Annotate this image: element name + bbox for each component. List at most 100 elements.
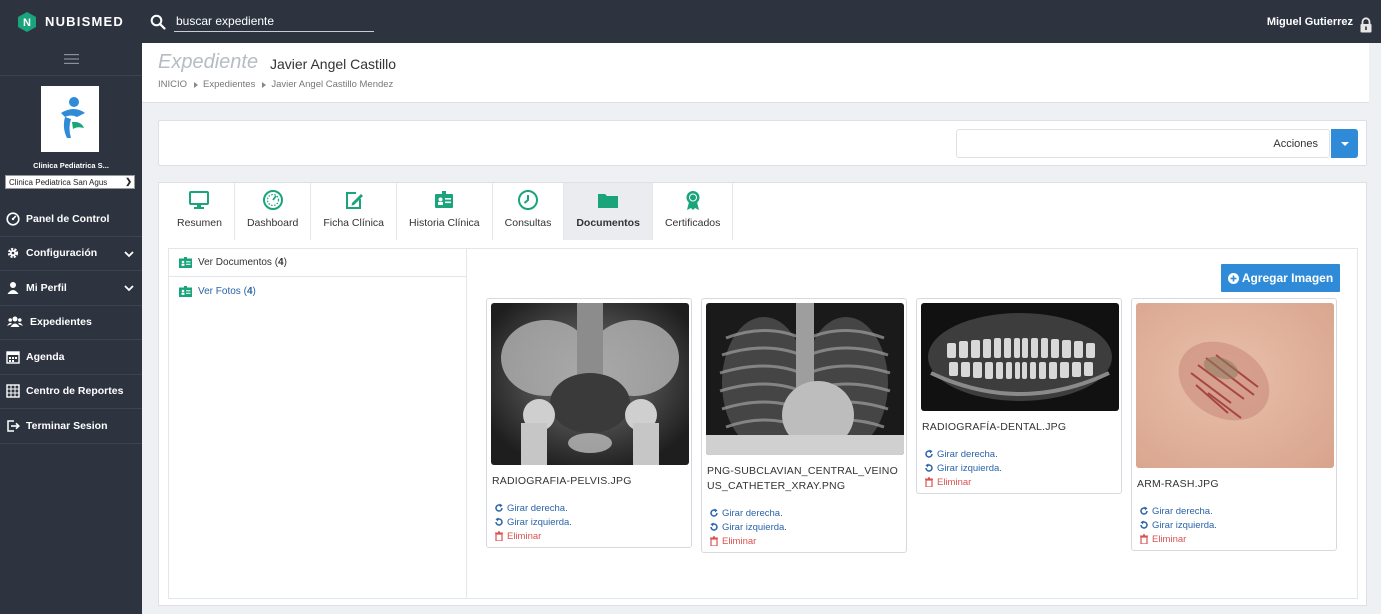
rotate-left-icon	[495, 517, 503, 526]
sidebar-item-label: Mi Perfil	[26, 281, 67, 294]
caret-down-icon	[1340, 141, 1349, 146]
delete-link[interactable]: Eliminar	[709, 534, 902, 548]
image-card: PNG-SUBCLAVIAN_CENTRAL_VEINOUS_CATHETER_…	[701, 298, 907, 553]
chest-xray-image[interactable]	[706, 303, 904, 455]
trash-icon	[1140, 534, 1148, 544]
tab-label: Dashboard	[246, 217, 299, 229]
id-card-icon	[179, 285, 192, 297]
rotate-left-icon	[710, 522, 718, 531]
top-navbar: N NUBISMED Miguel Gutierrez	[0, 0, 1381, 43]
breadcrumb-home[interactable]: INICIO	[158, 79, 187, 90]
ver-fotos-link[interactable]: Ver Fotos (4)	[169, 277, 466, 305]
sidebar-item-label: Panel de Control	[26, 212, 110, 225]
breadcrumb: INICIO Expedientes Javier Angel Castillo…	[158, 79, 393, 90]
sidebar-item-mi-perfil[interactable]: Mi Perfil	[0, 271, 142, 306]
clinic-select-value: Clinica Pediatrica San Agus	[9, 177, 108, 187]
user-name[interactable]: Miguel Gutierrez	[1267, 0, 1353, 43]
monitor-icon	[189, 191, 210, 209]
actions-select[interactable]: Acciones	[956, 129, 1330, 158]
sidebar-item-agenda[interactable]: Agenda	[0, 340, 142, 375]
id-card-icon	[435, 191, 454, 208]
trash-icon	[925, 477, 933, 487]
sign-out-icon	[7, 420, 20, 432]
calendar-icon	[6, 351, 20, 364]
tab-historia-clinica[interactable]: Historia Clínica	[397, 183, 493, 240]
agregar-imagen-label: Agregar Imagen	[1241, 271, 1334, 285]
rotate-right-link[interactable]: Girar derecha.	[1139, 504, 1332, 518]
rotate-right-icon	[1140, 506, 1148, 515]
agregar-imagen-button[interactable]: Agregar Imagen	[1221, 264, 1340, 292]
trash-icon	[710, 536, 718, 546]
sidebar-item-centro-de-reportes[interactable]: Centro de Reportes	[0, 375, 142, 409]
rotate-right-link[interactable]: Girar derecha.	[709, 506, 902, 520]
tab-label: Ficha Clínica	[323, 217, 385, 229]
image-card: RADIOGRAFÍA-DENTAL.JPG Girar derecha. Gi…	[916, 298, 1122, 494]
sidebar-item-panel-de-control[interactable]: Panel de Control	[0, 202, 142, 237]
rotate-right-link[interactable]: Girar derecha.	[924, 447, 1117, 461]
report-grid-icon	[6, 384, 20, 398]
image-filename: RADIOGRAFIA-PELVIS.JPG	[492, 475, 632, 487]
trash-icon	[495, 531, 503, 541]
image-card: RADIOGRAFIA-PELVIS.JPG Girar derecha. Gi…	[486, 298, 692, 548]
dental-xray-image[interactable]	[921, 303, 1119, 411]
ver-documentos-link[interactable]: Ver Documentos (4)	[169, 249, 466, 277]
delete-label: Eliminar	[1152, 533, 1187, 545]
image-filename: RADIOGRAFÍA-DENTAL.JPG	[922, 421, 1067, 433]
menu-toggle[interactable]	[0, 43, 142, 76]
rotate-left-link[interactable]: Girar izquierda.	[494, 515, 687, 529]
sidebar-item-label: Expedientes	[30, 316, 92, 329]
tab-consultas[interactable]: Consultas	[493, 183, 565, 240]
delete-link[interactable]: Eliminar	[494, 529, 687, 543]
lock-icon[interactable]	[1359, 17, 1373, 33]
plus-circle-icon	[1227, 272, 1239, 284]
main-panel: Resumen Dashboard Ficha Clínica Historia…	[158, 182, 1367, 606]
arm-rash-photo[interactable]	[1136, 303, 1334, 468]
image-actions: Girar derecha. Girar izquierda. Eliminar	[491, 501, 687, 543]
ver-documentos-label: Ver Documentos	[198, 257, 272, 268]
tab-documentos[interactable]: Documentos	[564, 183, 653, 240]
search-input[interactable]	[174, 11, 374, 32]
rotate-left-link[interactable]: Girar izquierda.	[1139, 518, 1332, 532]
clinic-name: Clinica Pediatrica S...	[33, 161, 109, 170]
rotate-left-link[interactable]: Girar izquierda.	[924, 461, 1117, 475]
delete-link[interactable]: Eliminar	[924, 475, 1117, 489]
breadcrumb-expedientes[interactable]: Expedientes	[203, 79, 255, 90]
pelvis-xray-image[interactable]	[491, 303, 689, 465]
rotate-left-label: Girar izquierda.	[937, 462, 1002, 474]
svg-text:N: N	[23, 17, 31, 29]
delete-label: Eliminar	[937, 476, 972, 488]
tab-dashboard[interactable]: Dashboard	[235, 183, 312, 240]
tab-certificados[interactable]: Certificados	[653, 183, 734, 240]
tab-resumen[interactable]: Resumen	[165, 183, 235, 240]
brand-name: NUBISMED	[45, 14, 124, 29]
tab-label: Resumen	[177, 217, 222, 229]
rotate-left-icon	[925, 463, 933, 472]
sidebar-item-terminar-sesion[interactable]: Terminar Sesion	[0, 409, 142, 444]
rotate-right-link[interactable]: Girar derecha.	[494, 501, 687, 515]
rotate-left-label: Girar izquierda.	[507, 516, 572, 528]
sidebar-item-configuracion[interactable]: Configuración	[0, 237, 142, 271]
rotate-right-icon	[925, 449, 933, 458]
users-group-icon	[7, 316, 23, 328]
sidebar-item-expedientes[interactable]: Expedientes	[0, 306, 142, 340]
hamburger-icon	[63, 54, 79, 64]
award-icon	[686, 191, 700, 210]
delete-link[interactable]: Eliminar	[1139, 532, 1332, 546]
clinic-select[interactable]: Clinica Pediatrica San Agus ❯	[5, 175, 135, 189]
speedometer-icon	[262, 190, 283, 210]
gear-icon	[7, 248, 19, 259]
rotate-left-link[interactable]: Girar izquierda.	[709, 520, 902, 534]
rotate-left-label: Girar izquierda.	[1152, 519, 1217, 531]
sidebar-item-label: Terminar Sesion	[26, 419, 108, 432]
tab-ficha-clinica[interactable]: Ficha Clínica	[311, 183, 398, 240]
chevron-down-icon: ❯	[125, 177, 132, 186]
actions-dropdown-button[interactable]	[1331, 129, 1358, 158]
tab-label: Certificados	[664, 217, 721, 229]
brand[interactable]: N NUBISMED	[0, 0, 142, 43]
tab-label: Consultas	[504, 217, 552, 229]
rotate-left-icon	[1140, 520, 1148, 529]
sidebar-item-label: Agenda	[26, 350, 65, 363]
rotate-left-label: Girar izquierda.	[722, 521, 787, 533]
search-icon[interactable]	[150, 14, 166, 30]
documents-filter-nav: Ver Documentos (4) Ver Fotos (4)	[169, 249, 467, 598]
